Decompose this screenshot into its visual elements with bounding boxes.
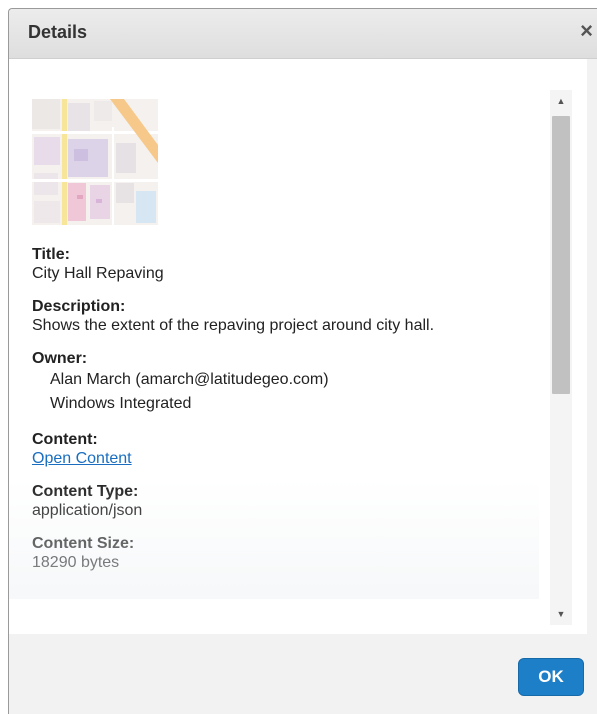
content-field: Content: Open Content xyxy=(32,430,532,468)
dialog-title: Details xyxy=(28,22,88,42)
description-field: Description: Shows the extent of the rep… xyxy=(32,297,532,335)
owner-label: Owner: xyxy=(32,350,88,367)
content-size-label: Content Size: xyxy=(32,535,135,552)
title-field: Title: City Hall Repaving xyxy=(32,245,532,283)
vertical-scrollbar[interactable]: ▲ ▼ xyxy=(550,90,572,625)
title-value: City Hall Repaving xyxy=(32,265,164,282)
content-type-value: application/json xyxy=(32,502,143,519)
ok-button[interactable]: OK xyxy=(518,658,584,696)
close-icon[interactable]: × xyxy=(580,20,593,42)
content-type-label: Content Type: xyxy=(32,483,139,500)
content-size-value: 18290 bytes xyxy=(32,554,120,571)
scroll-down-icon[interactable]: ▼ xyxy=(550,603,572,625)
description-value: Shows the extent of the repaving project… xyxy=(32,317,435,334)
map-thumbnail xyxy=(32,99,158,225)
details-scroll-area[interactable]: Title: City Hall Repaving Description: S… xyxy=(9,79,539,619)
content-label: Content: xyxy=(32,431,98,448)
scrollbar-thumb[interactable] xyxy=(552,116,570,394)
open-content-link[interactable]: Open Content xyxy=(32,450,132,467)
owner-name: Alan March (amarch@latitudegeo.com) xyxy=(50,371,329,388)
description-label: Description: xyxy=(32,298,126,315)
map-thumbnail-icon xyxy=(32,99,158,225)
content-size-field: Content Size: 18290 bytes xyxy=(32,534,532,572)
dialog-titlebar: Details × xyxy=(9,9,597,59)
owner-auth: Windows Integrated xyxy=(50,395,192,412)
scroll-up-icon[interactable]: ▲ xyxy=(550,90,572,112)
title-label: Title: xyxy=(32,246,70,263)
owner-field: Owner: Alan March (amarch@latitudegeo.co… xyxy=(32,349,532,416)
details-content-panel: Title: City Hall Repaving Description: S… xyxy=(9,59,587,634)
details-fields: Title: City Hall Repaving Description: S… xyxy=(32,245,532,586)
content-type-field: Content Type: application/json xyxy=(32,482,532,520)
